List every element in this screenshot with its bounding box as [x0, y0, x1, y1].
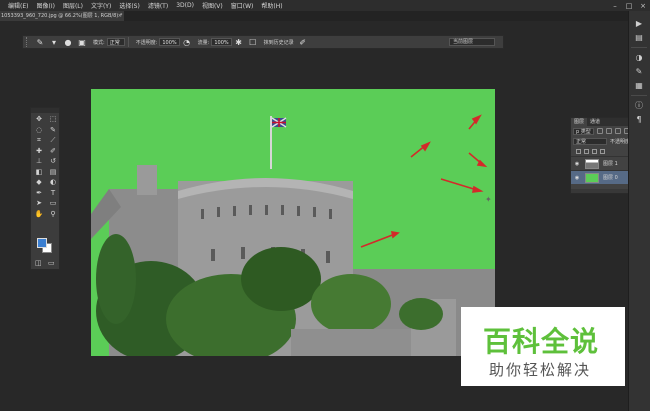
svg-text:✦: ✦	[485, 195, 492, 204]
menu-item-view[interactable]: 视图(V)	[198, 1, 227, 10]
lasso-icon[interactable]: ◌	[32, 125, 46, 136]
path-select-icon[interactable]: ➤	[32, 198, 46, 209]
blend-mode-select[interactable]: 正常	[573, 137, 607, 145]
swatch-icon[interactable]: ▦	[633, 81, 645, 91]
adjust-icon[interactable]: ◑	[633, 53, 645, 63]
quick-select-icon[interactable]: ✎	[46, 125, 60, 136]
gradient-icon[interactable]: ▤	[46, 167, 60, 178]
marquee-icon[interactable]: ⬚	[46, 114, 60, 125]
flow-input[interactable]: 100%	[211, 38, 232, 46]
healing-icon[interactable]: ✚	[32, 146, 46, 157]
menu-item-select[interactable]: 选择(S)	[115, 1, 144, 10]
divider	[127, 37, 129, 47]
watermark-title: 百科全说	[483, 325, 600, 358]
opacity-label: 不透明度:	[135, 39, 158, 46]
layer-name: 图层 0	[603, 175, 618, 181]
document-canvas[interactable]: ✦	[91, 89, 495, 356]
pressure-size-icon[interactable]: ✐	[298, 37, 308, 47]
menu-item-window[interactable]: 窗口(W)	[227, 1, 258, 10]
stamp-icon[interactable]: ⊥	[32, 156, 46, 167]
tools-panel: ✥ ⬚ ◌ ✎ ⌗ ⟋ ✚ ✐ ⊥ ↺ ◧ ▤ ◆ ◐ ✒ T ➤ ▭ ✋ ⚲ …	[30, 107, 60, 270]
menu-item-type[interactable]: 文字(Y)	[87, 1, 115, 10]
tab-channels[interactable]: 通道	[587, 118, 603, 126]
window-controls: – □ ×	[608, 0, 650, 11]
lock-all-icon[interactable]	[600, 148, 605, 154]
opacity-input[interactable]: 100%	[159, 38, 180, 46]
quick-mask-icon[interactable]: ◫	[35, 259, 42, 267]
crop-icon[interactable]: ⌗	[32, 135, 46, 146]
brush-icon[interactable]: ✐	[46, 146, 60, 157]
visibility-eye-icon[interactable]: ◉	[573, 161, 581, 167]
watermark-subtitle: 助你轻松解决	[489, 361, 592, 379]
eraser-icon[interactable]: ◧	[32, 167, 46, 178]
history-icon[interactable]: ▤	[633, 33, 645, 43]
right-panel-strip: ▶ ▤ ◑ ✎ ▦ ⓘ ¶	[628, 11, 650, 411]
zoom-icon[interactable]: ⚲	[46, 209, 60, 220]
menu-bar: 编辑(E) 图像(I) 图层(L) 文字(Y) 选择(S) 滤镜(T) 3D(D…	[0, 0, 650, 11]
filter-type-icon[interactable]	[614, 128, 621, 134]
shape-icon[interactable]: ▭	[46, 198, 60, 209]
grip-handle[interactable]	[26, 37, 30, 47]
paragraph-icon[interactable]: ¶	[633, 115, 645, 125]
lock-position-icon[interactable]	[592, 148, 597, 154]
foreground-color-swatch[interactable]	[37, 238, 47, 248]
castle-image: ✦	[91, 114, 495, 356]
eraser-icon[interactable]: ✎	[35, 37, 45, 47]
eyedropper-icon[interactable]: ⟋	[46, 135, 60, 146]
mode-select[interactable]: 正常	[106, 38, 125, 46]
filter-pixel-icon[interactable]	[596, 128, 603, 134]
lock-transparency-icon[interactable]	[576, 148, 581, 154]
layer-thumbnail	[585, 158, 599, 169]
menu-item-3d[interactable]: 3D(D)	[172, 2, 198, 9]
minimize-icon[interactable]: –	[608, 0, 622, 11]
lock-pixels-icon[interactable]	[584, 148, 589, 154]
layer-kind-select[interactable]: p 类型	[573, 127, 594, 135]
document-tab[interactable]: 1053393_960_720.jpg @ 66.2%(图层 1, RGB/8)…	[0, 11, 124, 21]
menu-item-edit[interactable]: 编辑(E)	[4, 1, 32, 10]
divider	[631, 95, 647, 96]
filter-adjust-icon[interactable]	[605, 128, 612, 134]
dodge-icon[interactable]: ◐	[46, 177, 60, 188]
menu-item-help[interactable]: 帮助(H)	[257, 1, 286, 10]
flow-label: 流量:	[197, 39, 210, 46]
info-icon[interactable]: ⓘ	[633, 101, 645, 111]
menu-item-layer[interactable]: 图层(L)	[59, 1, 87, 10]
hand-icon[interactable]: ✋	[32, 209, 46, 220]
menu-item-image[interactable]: 图像(I)	[32, 1, 58, 10]
sample-select[interactable]: 当前图层	[449, 38, 495, 46]
maximize-icon[interactable]: □	[622, 0, 636, 11]
history-checkbox-icon[interactable]: ☐	[248, 37, 258, 47]
document-tab-title: 1053393_960_720.jpg @ 66.2%(图层 1, RGB/8)…	[1, 13, 123, 19]
options-bar: ✎ ▾ ● ▣ 模式: 正常 不透明度: 100% ◔ 流量: 100% ✱ ☐…	[22, 35, 504, 49]
brush-size-icon[interactable]: ●	[63, 37, 73, 47]
visibility-eye-icon[interactable]: ◉	[573, 175, 581, 181]
layer-thumbnail	[585, 172, 599, 183]
brush-panel-icon[interactable]: ▣	[77, 37, 87, 47]
brush-preset-icon[interactable]: ✎	[633, 67, 645, 77]
blur-icon[interactable]: ◆	[32, 177, 46, 188]
airbrush-icon[interactable]: ✱	[234, 37, 244, 47]
history-brush-icon[interactable]: ↺	[46, 156, 60, 167]
play-icon[interactable]: ▶	[633, 19, 645, 29]
screen-mode-icon[interactable]: ▭	[48, 259, 55, 267]
close-tab-icon[interactable]: ×	[118, 11, 122, 21]
pen-icon[interactable]: ✒	[32, 188, 46, 199]
close-window-icon[interactable]: ×	[636, 0, 650, 11]
type-icon[interactable]: T	[46, 188, 60, 199]
divider	[631, 47, 647, 48]
tab-layers[interactable]: 图层	[571, 118, 588, 126]
pressure-opacity-icon[interactable]: ◔	[182, 37, 192, 47]
mode-label: 模式:	[93, 39, 105, 46]
tab-bar: 1053393_960_720.jpg @ 66.2%(图层 1, RGB/8)…	[0, 11, 630, 21]
history-label: 抹到历史记录	[263, 39, 294, 46]
layer-name: 图层 1	[603, 161, 618, 167]
move-icon[interactable]: ✥	[32, 114, 46, 125]
watermark: 百科全说 助你轻松解决	[461, 307, 625, 386]
menu-item-filter[interactable]: 滤镜(T)	[144, 1, 172, 10]
chevron-down-icon[interactable]: ▾	[49, 37, 59, 47]
